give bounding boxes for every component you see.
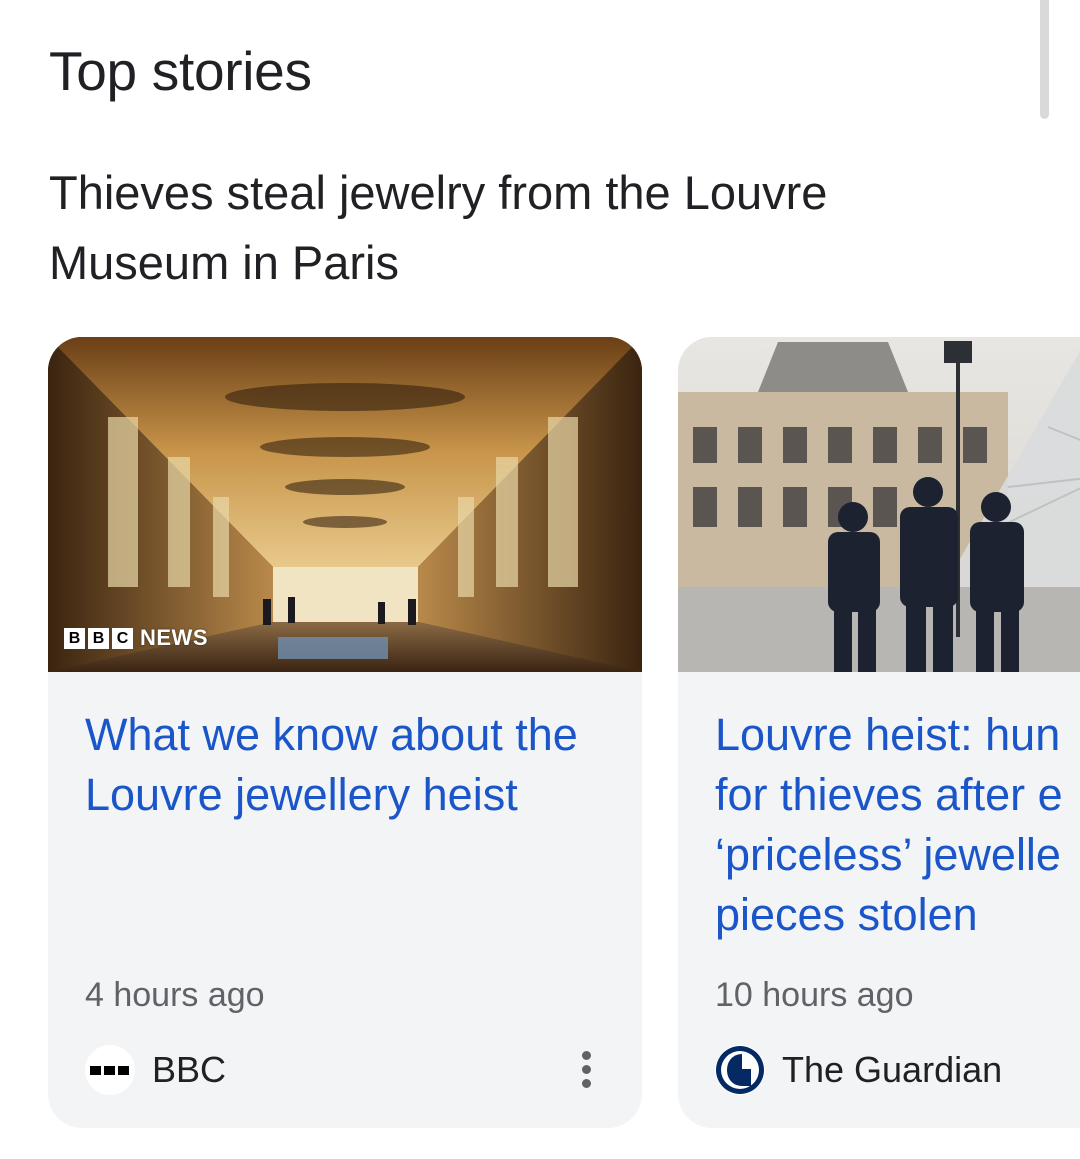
- card-title-line: for thieves after e: [715, 769, 1063, 820]
- bbc-logo-icon: [85, 1045, 135, 1095]
- card-title-line: Louvre heist: hun: [715, 709, 1061, 760]
- louvre-police-image: [678, 337, 1080, 672]
- card-title[interactable]: What we know about the Louvre jewellery …: [85, 705, 605, 825]
- top-stories-page: Top stories Thieves steal jewelry from t…: [0, 0, 1080, 1159]
- guardian-logo-icon: [715, 1045, 765, 1095]
- scrollbar[interactable]: [1040, 0, 1049, 119]
- bbc-news-badge: B B C NEWS: [64, 625, 208, 651]
- card-title-line: pieces stolen: [715, 889, 978, 940]
- article-thumbnail[interactable]: [678, 337, 1080, 672]
- source-name: The Guardian: [782, 1049, 1003, 1090]
- louvre-gallery-image: [48, 337, 642, 672]
- news-card-guardian[interactable]: Louvre heist: hun for thieves after e ‘p…: [678, 337, 1080, 1128]
- story-headline[interactable]: Thieves steal jewelry from the Louvre Mu…: [49, 158, 1009, 298]
- bbc-news-label: NEWS: [140, 625, 208, 650]
- card-title[interactable]: Louvre heist: hun for thieves after e ‘p…: [715, 705, 1080, 945]
- article-thumbnail[interactable]: B B C NEWS: [48, 337, 642, 672]
- card-timestamp: 4 hours ago: [85, 976, 265, 1014]
- more-vert-icon[interactable]: [569, 1044, 603, 1094]
- card-title-line: ‘priceless’ jewelle: [715, 829, 1061, 880]
- bbc-block-b2: B: [88, 627, 109, 649]
- source-name: BBC: [152, 1049, 227, 1090]
- card-source[interactable]: The Guardian: [715, 1040, 1002, 1100]
- bbc-block-c: C: [112, 627, 133, 649]
- section-title: Top stories: [49, 40, 312, 102]
- bbc-block-b1: B: [64, 627, 85, 649]
- news-card-bbc[interactable]: B B C NEWS What we know about the Louvre…: [48, 337, 642, 1128]
- card-timestamp: 10 hours ago: [715, 976, 914, 1014]
- card-source[interactable]: BBC: [85, 1040, 226, 1100]
